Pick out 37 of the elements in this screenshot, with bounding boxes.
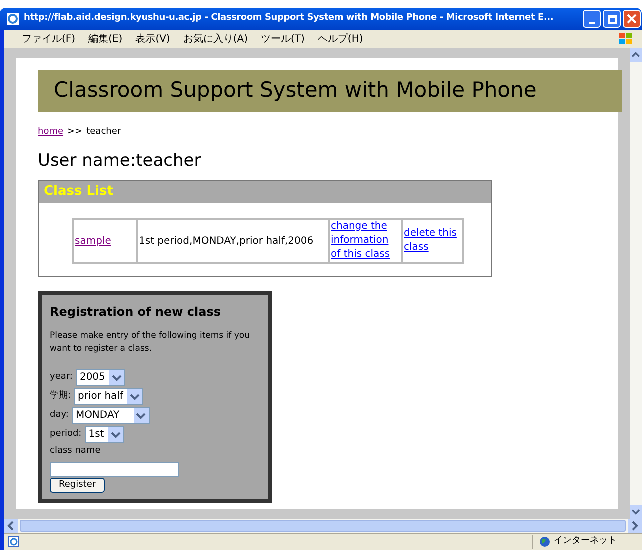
class-link[interactable]: sample: [75, 236, 112, 246]
breadcrumb-separator: >>: [68, 126, 83, 139]
breadcrumb-current: teacher: [86, 126, 122, 139]
field-label: period:: [50, 428, 82, 441]
menu-item[interactable]: 編集(E): [88, 32, 123, 46]
dropdown[interactable]: 2005: [76, 369, 126, 386]
close-icon: [627, 14, 637, 24]
instructions-text: Please make entry of the following items if you want to register a class.: [50, 330, 251, 356]
globe-icon: [539, 536, 551, 548]
browser-icon: [6, 12, 20, 26]
flag-logo-icon: [618, 31, 634, 47]
menu-item[interactable]: 表示(V): [136, 32, 170, 46]
register-button[interactable]: Register: [50, 478, 106, 492]
field-label: year:: [50, 370, 73, 384]
close-button[interactable]: [623, 10, 641, 28]
registration-title: Registration of new class: [50, 304, 221, 321]
menu-item[interactable]: ツール(T): [261, 32, 305, 46]
class-name-field[interactable]: [50, 462, 179, 476]
class-list-title: Class List: [44, 183, 114, 202]
maximize-button[interactable]: [603, 10, 621, 28]
change-link[interactable]: change the information of this class: [331, 220, 400, 262]
menu-item[interactable]: ヘルプ(H): [318, 32, 364, 46]
dropdown[interactable]: MONDAY: [72, 407, 150, 424]
menu-item[interactable]: ファイル(F): [22, 32, 76, 46]
table-cell: 1st period,MONDAY,prior half,2006: [137, 219, 329, 263]
field-label: day:: [50, 408, 69, 422]
zone-label: インターネット: [554, 535, 617, 548]
dropdown[interactable]: 1st: [84, 426, 124, 443]
window-title: http://flab.aid.design.kyushu-u.ac.jp - Classroom Support System with Mobile Phone - Microsoft Internet E...: [24, 12, 555, 26]
dropdown[interactable]: prior half: [74, 388, 144, 405]
field-label: class name: [50, 445, 101, 458]
user-heading: User name:teacher: [38, 150, 202, 172]
menu-item[interactable]: お気に入り(A): [183, 32, 248, 46]
minimize-button[interactable]: [583, 10, 601, 28]
home-link[interactable]: home: [38, 126, 64, 140]
field-label: 学期:: [50, 390, 72, 403]
banner-title: Classroom Support System with Mobile Phone: [54, 77, 537, 104]
